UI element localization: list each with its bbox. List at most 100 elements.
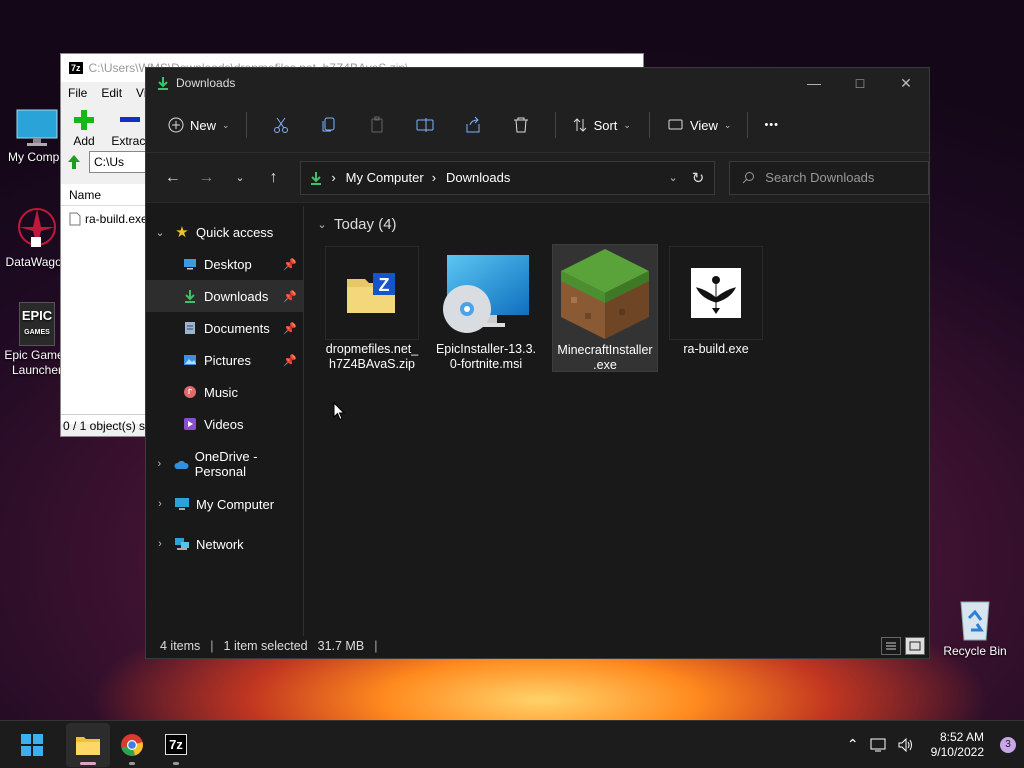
nav-quick-access[interactable]: ⌄ ★ Quick access	[146, 216, 303, 248]
rename-button[interactable]	[401, 109, 449, 141]
running-indicator	[173, 761, 179, 765]
nav-network[interactable]: › Network	[146, 528, 303, 560]
view-button[interactable]: View ⌄	[662, 109, 738, 141]
explorer-title-bar[interactable]: Downloads — □ ✕	[146, 68, 929, 98]
breadcrumb-my-computer[interactable]: My Computer ›	[346, 170, 436, 185]
nav-onedrive[interactable]: › OneDrive - Personal	[146, 448, 303, 480]
chevron-down-icon: ⌄	[723, 119, 732, 130]
notification-badge[interactable]: 3	[1000, 736, 1016, 753]
nav-downloads[interactable]: Downloads 📌	[146, 280, 303, 312]
details-view-button[interactable]	[881, 637, 901, 655]
search-icon	[742, 172, 755, 184]
recent-locations-button[interactable]: ⌄	[223, 163, 257, 193]
chevron-right-icon[interactable]: ›	[152, 458, 167, 470]
pictures-icon	[182, 352, 198, 368]
clipboard-icon	[371, 116, 383, 133]
clock-date: 9/10/2022	[930, 744, 984, 759]
close-button[interactable]: ✕	[883, 75, 929, 92]
command-bar: New ⌄ Sort ⌄ View ⌄ •••	[146, 98, 929, 153]
cut-button[interactable]	[257, 109, 305, 141]
menu-file[interactable]: File	[61, 86, 94, 100]
back-button[interactable]: ←	[156, 163, 190, 193]
file-name-line: .exe	[593, 358, 617, 372]
nav-label: Videos	[204, 416, 244, 432]
large-icons-view-button[interactable]	[905, 637, 925, 655]
file-name-line: EpicInstaller-13.3.	[435, 342, 537, 356]
nav-music[interactable]: Music	[146, 376, 303, 408]
nav-label: Music	[204, 384, 238, 400]
pin-icon[interactable]: 📌	[283, 290, 297, 303]
minus-icon	[120, 117, 140, 122]
system-tray: ⌃ 8:52 AM 9/10/2022 3	[847, 730, 1016, 760]
divider	[747, 112, 749, 138]
nav-my-computer[interactable]: › My Computer	[146, 488, 303, 520]
navigation-bar: ← → ⌄ ↑ › My Computer › Downloads ⌄ ↻ Sea…	[146, 153, 929, 203]
address-history-dropdown[interactable]: ⌄	[668, 171, 677, 184]
copy-button[interactable]	[305, 109, 353, 141]
add-label: Add	[73, 134, 95, 148]
recycle-bin-icon	[960, 601, 990, 641]
menu-edit[interactable]: Edit	[94, 86, 129, 100]
7zip-icon: 7z	[165, 734, 187, 755]
copy-icon	[322, 117, 335, 132]
taskbar-7zip[interactable]: 7z	[154, 723, 198, 767]
start-button[interactable]	[10, 723, 54, 767]
nav-pictures[interactable]: Pictures 📌	[146, 344, 303, 376]
computer-icon	[174, 496, 190, 512]
maximize-button[interactable]: □	[837, 75, 883, 92]
taskbar-file-explorer[interactable]	[66, 722, 110, 767]
up-button[interactable]: ↑	[257, 163, 291, 193]
add-button[interactable]: Add	[61, 109, 107, 148]
minimize-button[interactable]: —	[791, 75, 837, 92]
show-hidden-icons-button[interactable]: ⌃	[847, 736, 859, 753]
clock[interactable]: 8:52 AM 9/10/2022	[931, 730, 984, 760]
downloads-arrow-icon	[311, 171, 322, 185]
nav-label: Pictures	[204, 352, 251, 368]
chevron-down-icon[interactable]: ⌄	[152, 226, 168, 239]
sort-button[interactable]: Sort ⌄	[566, 109, 637, 141]
breadcrumb-downloads[interactable]: Downloads	[446, 170, 510, 185]
more-options-button[interactable]: •••	[758, 109, 785, 141]
forward-button[interactable]: →	[190, 163, 224, 193]
taskbar-chrome[interactable]	[110, 723, 154, 767]
new-button[interactable]: New ⌄	[162, 109, 236, 141]
pin-icon[interactable]: 📌	[283, 354, 297, 367]
delete-button[interactable]	[497, 109, 545, 141]
up-folder-icon[interactable]	[65, 153, 83, 171]
explorer-window[interactable]: Downloads — □ ✕ New ⌄ Sort ⌄ View ⌄ ••• …	[145, 67, 930, 659]
nav-desktop[interactable]: Desktop 📌	[146, 248, 303, 280]
file-item-ra-build[interactable]: ra-build.exe	[668, 244, 764, 372]
nav-videos[interactable]: Videos	[146, 408, 303, 440]
chrome-icon	[121, 733, 143, 756]
desktop-icon-recycle-bin[interactable]: Recycle Bin	[938, 598, 1012, 659]
file-item-zip[interactable]: Z dropmefiles.net_ h7Z4BAvaS.zip	[324, 244, 420, 372]
clock-time: 8:52 AM	[939, 729, 984, 744]
breadcrumb-label: Downloads	[446, 170, 511, 185]
list-item-name: ra-build.exe	[85, 212, 148, 226]
search-input[interactable]: Search Downloads	[729, 160, 929, 195]
monitor-icon	[16, 109, 58, 146]
group-header-today[interactable]: ⌄ Today (4)	[312, 206, 929, 242]
file-item-msi[interactable]: EpicInstaller-13.3. 0-fortnite.msi	[430, 244, 542, 372]
volume-icon[interactable]	[897, 737, 915, 753]
network-status-icon[interactable]	[869, 737, 887, 753]
pin-icon[interactable]: 📌	[283, 258, 297, 271]
pin-icon[interactable]: 📌	[283, 322, 297, 335]
plus-icon	[74, 110, 94, 130]
nav-documents[interactable]: Documents 📌	[146, 312, 303, 344]
svg-text:Z: Z	[379, 275, 390, 295]
view-label: View	[689, 117, 718, 133]
nav-label: Desktop	[204, 256, 252, 272]
chevron-right-icon[interactable]: ›	[152, 538, 168, 550]
chevron-right-icon[interactable]: ›	[152, 498, 168, 510]
status-selection: 1 item selected	[223, 639, 308, 653]
nav-label: Documents	[204, 320, 270, 336]
paste-button[interactable]	[353, 109, 401, 141]
msi-installer-icon	[439, 246, 533, 340]
refresh-button[interactable]: ↻	[692, 169, 705, 187]
explorer-title: Downloads	[176, 76, 236, 90]
file-item-minecraft[interactable]: MinecraftInstaller .exe	[552, 244, 658, 372]
share-button[interactable]	[449, 109, 497, 141]
divider	[245, 112, 247, 138]
address-bar[interactable]: › My Computer › Downloads ⌄ ↻	[300, 160, 716, 195]
